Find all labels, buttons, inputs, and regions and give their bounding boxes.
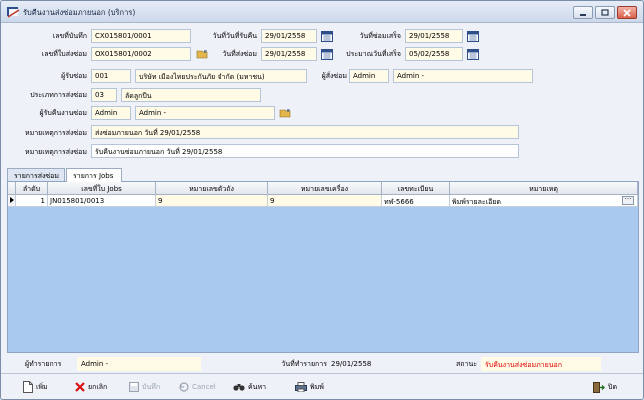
table-row[interactable]: 1 JN015801/0013 9 9 ทฬ-5666 พิมพ์รายละเอ… bbox=[8, 195, 638, 207]
grid-indicator-header bbox=[8, 182, 16, 195]
repair-type-code-field[interactable]: 03 bbox=[91, 88, 117, 102]
est-finish-calendar-icon[interactable] bbox=[467, 48, 479, 60]
col-header-job-no: เลขที่ใบ Jobs bbox=[48, 182, 156, 195]
status-badge: รับคืนงานส่งซ่อมภายนอก bbox=[481, 357, 601, 371]
undo-icon bbox=[179, 382, 189, 392]
send-no-field[interactable]: OX015801/0002 bbox=[91, 47, 191, 61]
cell-note[interactable]: พิมพ์รายละเอียด ··· bbox=[450, 195, 638, 207]
add-label: เพิ่ม bbox=[36, 382, 48, 391]
cell-note-text: พิมพ์รายละเอียด bbox=[452, 198, 501, 206]
minimize-icon bbox=[580, 13, 586, 16]
receive-date-label: วันที่วันที่รับคืน bbox=[212, 32, 257, 40]
send-note-field[interactable]: ส่งซ่อมภายนอก วันที่ 29/01/2558 bbox=[91, 125, 519, 139]
red-x-icon bbox=[75, 382, 85, 392]
title-bar: รับคืนงานส่งซ่อมภายนอก (บริการ) bbox=[1, 1, 643, 23]
cell-chassis[interactable]: 9 bbox=[156, 195, 268, 207]
return-note-label: หมายเหตุการส่งซ่อม bbox=[24, 148, 87, 156]
repairer-name-field: บริษัท เมืองไทยประกันภัย จำกัด (มหาชน) bbox=[135, 69, 307, 83]
printer-icon bbox=[295, 382, 307, 392]
row-pointer-icon bbox=[8, 195, 16, 207]
binoculars-icon bbox=[233, 384, 245, 391]
save-disk-icon bbox=[129, 382, 139, 392]
grid-header: ลำดับ เลขที่ใบ Jobs หมายเลขตัวถัง หมายเล… bbox=[8, 182, 638, 195]
save-label: บันทึก bbox=[142, 382, 161, 391]
receiver-label: ผู้รับคืนงานซ่อม bbox=[39, 109, 87, 117]
cell-job-no[interactable]: JN015801/0013 bbox=[48, 195, 156, 207]
finish-date-field[interactable]: 29/01/2558 bbox=[405, 29, 463, 43]
state-label: สถานะ bbox=[456, 360, 477, 368]
col-header-engine: หมายเลขเครื่อง bbox=[268, 182, 382, 195]
jobs-grid: ลำดับ เลขที่ใบ Jobs หมายเลขตัวถัง หมายเล… bbox=[7, 181, 639, 353]
send-date-label: วันที่ส่งซ่อม bbox=[222, 50, 257, 58]
finish-date-calendar-icon[interactable] bbox=[467, 30, 479, 42]
repair-type-label: ประเภทการส่งซ่อม bbox=[30, 91, 87, 99]
creator-label: ผู้ทำรายการ bbox=[25, 360, 62, 368]
repairer-code-field[interactable]: 001 bbox=[91, 69, 131, 83]
cell-seq[interactable]: 1 bbox=[16, 195, 48, 207]
est-finish-label: ประมาณวันที่เสร็จ bbox=[346, 50, 401, 58]
close-label: ปิด bbox=[608, 382, 617, 391]
sender-name-field: Admin - bbox=[393, 69, 533, 83]
cell-engine[interactable]: 9 bbox=[268, 195, 382, 207]
receiver-name-field: Admin - bbox=[135, 106, 275, 120]
finish-date-label: วันที่ซ่อมเสร็จ bbox=[359, 32, 401, 40]
cell-plate[interactable]: ทฬ-5666 bbox=[382, 195, 450, 207]
close-icon bbox=[623, 8, 631, 17]
receive-date-field[interactable]: 29/01/2558 bbox=[261, 29, 317, 43]
record-date-field: 29/01/2558 bbox=[331, 360, 372, 368]
est-finish-field[interactable]: 05/02/2558 bbox=[405, 47, 463, 61]
record-date-label: วันที่ทำรายการ bbox=[281, 360, 327, 368]
tab-jobs[interactable]: รายการ Jobs bbox=[66, 168, 122, 182]
col-header-chassis: หมายเลขตัวถัง bbox=[156, 182, 268, 195]
ellipsis-button[interactable]: ··· bbox=[622, 196, 634, 205]
save-button[interactable]: บันทึก bbox=[129, 379, 160, 395]
return-note-field[interactable]: รับคืนงานซ่อมภายนอก วันที่ 29/01/2558 bbox=[91, 144, 519, 158]
send-date-field[interactable]: 29/01/2558 bbox=[261, 47, 317, 61]
maximize-button[interactable] bbox=[595, 6, 615, 19]
close-button[interactable]: ปิด bbox=[593, 379, 617, 395]
repair-type-name-field: ลัดลูกปืน bbox=[121, 88, 261, 102]
new-document-icon bbox=[23, 381, 33, 393]
receiver-lookup-icon[interactable] bbox=[279, 108, 291, 118]
window-title: รับคืนงานส่งซ่อมภายนอก (บริการ) bbox=[23, 8, 136, 17]
doc-no-label: เลขที่บันทึก bbox=[52, 32, 87, 40]
search-label: ค้นหา bbox=[248, 382, 267, 391]
search-button[interactable]: ค้นหา bbox=[233, 379, 266, 395]
close-window-button[interactable] bbox=[617, 6, 637, 19]
cancel-label: Cancel bbox=[192, 383, 216, 391]
tab-strip: รายการส่งซ่อม รายการ Jobs bbox=[7, 168, 639, 182]
cancel-document-button[interactable]: ยกเลิก bbox=[75, 379, 107, 395]
bottom-toolbar: เพิ่ม ยกเลิก บันทึก Cancel ค้นหา พิมพ์ ป… bbox=[1, 373, 643, 399]
repairer-label: ผู้รับซ่อม bbox=[61, 72, 87, 80]
minimize-button[interactable] bbox=[573, 6, 593, 19]
send-date-calendar-icon[interactable] bbox=[321, 48, 333, 60]
send-no-label: เลขที่ใบส่งซ่อม bbox=[41, 50, 87, 58]
col-header-seq: ลำดับ bbox=[16, 182, 48, 195]
print-button[interactable]: พิมพ์ bbox=[295, 379, 324, 395]
sender-code-field[interactable]: Admin bbox=[349, 69, 389, 83]
send-note-label: หมายเหตุการส่งซ่อม bbox=[24, 129, 87, 137]
tab-send-items[interactable]: รายการส่งซ่อม bbox=[7, 168, 65, 182]
add-button[interactable]: เพิ่ม bbox=[23, 379, 48, 395]
doc-no-field[interactable]: CX015801/0001 bbox=[91, 29, 191, 43]
col-header-plate: เลขทะเบียน bbox=[382, 182, 450, 195]
sender-label: ผู้สั่งซ่อม bbox=[321, 72, 347, 80]
receive-date-calendar-icon[interactable] bbox=[321, 30, 333, 42]
cancel-document-label: ยกเลิก bbox=[88, 382, 108, 391]
receiver-code-field[interactable]: Admin bbox=[91, 106, 131, 120]
creator-field: Admin - bbox=[77, 357, 201, 371]
cancel-button[interactable]: Cancel bbox=[179, 379, 216, 395]
app-logo-icon bbox=[7, 7, 20, 18]
maximize-icon bbox=[601, 9, 609, 16]
exit-door-icon bbox=[593, 381, 605, 393]
col-header-note: หมายเหตุ bbox=[450, 182, 638, 195]
status-bar: ผู้ทำรายการ Admin - วันที่ทำรายการ 29/01… bbox=[1, 355, 643, 371]
print-label: พิมพ์ bbox=[310, 382, 324, 391]
app-window: รับคืนงานส่งซ่อมภายนอก (บริการ) เลขที่บั… bbox=[0, 0, 644, 400]
